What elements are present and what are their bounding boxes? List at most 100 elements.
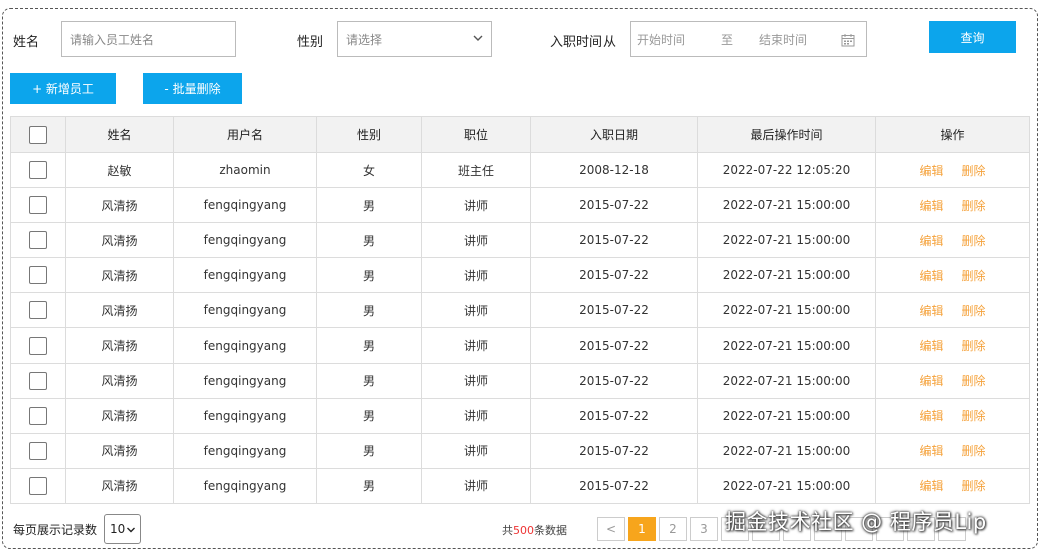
page-size-select[interactable]: 10 (104, 514, 141, 544)
row-checkbox[interactable] (29, 476, 47, 495)
total-prefix: 共 (502, 524, 513, 537)
page-button[interactable] (845, 517, 873, 541)
delete-link[interactable]: 删除 (962, 372, 986, 389)
page-button-2[interactable]: 2 (659, 517, 687, 541)
row-checkbox[interactable] (29, 441, 47, 460)
page-button[interactable] (876, 517, 904, 541)
edit-link[interactable]: 编辑 (919, 197, 943, 214)
cell-last-operation: 2022-07-21 15:00:00 (697, 432, 876, 469)
edit-link[interactable]: 编辑 (919, 407, 943, 424)
cell-gender: 男 (316, 327, 422, 364)
column-header-entry-date: 入职日期 (530, 116, 698, 153)
cell-entry-date: 2008-12-18 (530, 151, 698, 189)
page-button[interactable] (752, 517, 780, 541)
page-button-1[interactable]: 1 (628, 517, 656, 541)
query-button[interactable]: 查询 (929, 21, 1016, 53)
table-row: 风清扬 fengqingyang 男 讲师 2015-07-22 2022-07… (10, 292, 1030, 329)
edit-link[interactable]: 编辑 (919, 372, 943, 389)
cell-actions: 编辑 删除 (875, 327, 1030, 364)
row-checkbox[interactable] (29, 301, 47, 320)
row-checkbox[interactable] (29, 371, 47, 390)
date-separator: 至 (720, 32, 733, 47)
cell-actions: 编辑 删除 (875, 151, 1030, 189)
cell-last-operation: 2022-07-21 15:00:00 (697, 397, 876, 434)
date-start-placeholder: 开始时间 (637, 32, 686, 47)
cell-position: 讲师 (421, 397, 531, 434)
cell-last-operation: 2022-07-21 15:00:00 (697, 467, 876, 504)
row-checkbox[interactable] (29, 266, 47, 285)
name-search-input[interactable]: 请输入员工姓名 (61, 21, 236, 57)
gender-select[interactable]: 请选择 (337, 21, 492, 57)
prev-page-button[interactable]: < (597, 517, 625, 541)
page-button-3[interactable]: 3 (690, 517, 718, 541)
edit-link[interactable]: 编辑 (919, 337, 943, 354)
cell-gender: 男 (316, 257, 422, 294)
cell-position: 讲师 (421, 467, 531, 504)
cell-last-operation: 2022-07-21 15:00:00 (697, 257, 876, 294)
gender-label: 性别 (297, 35, 324, 50)
delete-link[interactable]: 删除 (962, 337, 986, 354)
cell-gender: 男 (316, 292, 422, 329)
page-button[interactable] (783, 517, 811, 541)
cell-gender: 男 (316, 432, 422, 469)
delete-link[interactable]: 删除 (962, 407, 986, 424)
chevron-down-icon (127, 527, 135, 533)
cell-actions: 编辑 删除 (875, 222, 1030, 259)
delete-link[interactable]: 删除 (962, 267, 986, 284)
cell-entry-date: 2015-07-22 (530, 292, 698, 329)
cell-last-operation: 2022-07-22 12:05:20 (697, 151, 876, 189)
edit-link[interactable]: 编辑 (919, 162, 943, 179)
column-header-gender: 性别 (316, 116, 422, 153)
row-checkbox[interactable] (29, 161, 47, 180)
cell-last-operation: 2022-07-21 15:00:00 (697, 362, 876, 399)
row-checkbox[interactable] (29, 336, 47, 355)
delete-link[interactable]: 删除 (962, 162, 986, 179)
add-employee-button[interactable]: + 新增员工 (10, 73, 116, 104)
cell-entry-date: 2015-07-22 (530, 222, 698, 259)
cell-entry-date: 2015-07-22 (530, 187, 698, 224)
cell-name: 风清扬 (65, 397, 174, 434)
row-checkbox[interactable] (29, 406, 47, 425)
batch-delete-button[interactable]: - 批量删除 (143, 73, 242, 104)
row-checkbox[interactable] (29, 196, 47, 215)
delete-link[interactable]: 删除 (962, 302, 986, 319)
cell-entry-date: 2015-07-22 (530, 397, 698, 434)
page-button[interactable] (907, 517, 935, 541)
edit-link[interactable]: 编辑 (919, 267, 943, 284)
table-row: 风清扬 fengqingyang 男 讲师 2015-07-22 2022-07… (10, 187, 1030, 224)
select-all-checkbox[interactable] (29, 125, 47, 144)
edit-link[interactable]: 编辑 (919, 232, 943, 249)
page-button[interactable] (721, 517, 749, 541)
cell-name: 风清扬 (65, 292, 174, 329)
page-size-label: 每页展示记录数 (13, 523, 98, 537)
cell-entry-date: 2015-07-22 (530, 432, 698, 469)
cell-name: 风清扬 (65, 327, 174, 364)
cell-username: fengqingyang (173, 187, 317, 224)
edit-link[interactable]: 编辑 (919, 442, 943, 459)
page-button[interactable] (814, 517, 842, 541)
delete-link[interactable]: 删除 (962, 477, 986, 494)
cell-username: fengqingyang (173, 397, 317, 434)
row-checkbox[interactable] (29, 231, 47, 250)
cell-actions: 编辑 删除 (875, 432, 1030, 469)
page-button[interactable] (938, 517, 966, 541)
select-all-cell (10, 116, 66, 153)
cell-username: fengqingyang (173, 362, 317, 399)
edit-link[interactable]: 编辑 (919, 477, 943, 494)
total-suffix: 条数据 (534, 524, 567, 537)
cell-entry-date: 2015-07-22 (530, 327, 698, 364)
entry-date-range-picker[interactable]: 开始时间 至 结束时间 (630, 21, 867, 57)
cell-gender: 女 (316, 151, 422, 189)
edit-link[interactable]: 编辑 (919, 302, 943, 319)
cell-position: 讲师 (421, 292, 531, 329)
cell-last-operation: 2022-07-21 15:00:00 (697, 187, 876, 224)
total-records: 共500条数据 (502, 522, 567, 538)
delete-link[interactable]: 删除 (962, 232, 986, 249)
delete-link[interactable]: 删除 (962, 197, 986, 214)
cell-position: 讲师 (421, 187, 531, 224)
delete-link[interactable]: 删除 (962, 442, 986, 459)
table-row: 风清扬 fengqingyang 男 讲师 2015-07-22 2022-07… (10, 432, 1030, 469)
cell-last-operation: 2022-07-21 15:00:00 (697, 292, 876, 329)
cell-name: 风清扬 (65, 362, 174, 399)
cell-gender: 男 (316, 187, 422, 224)
